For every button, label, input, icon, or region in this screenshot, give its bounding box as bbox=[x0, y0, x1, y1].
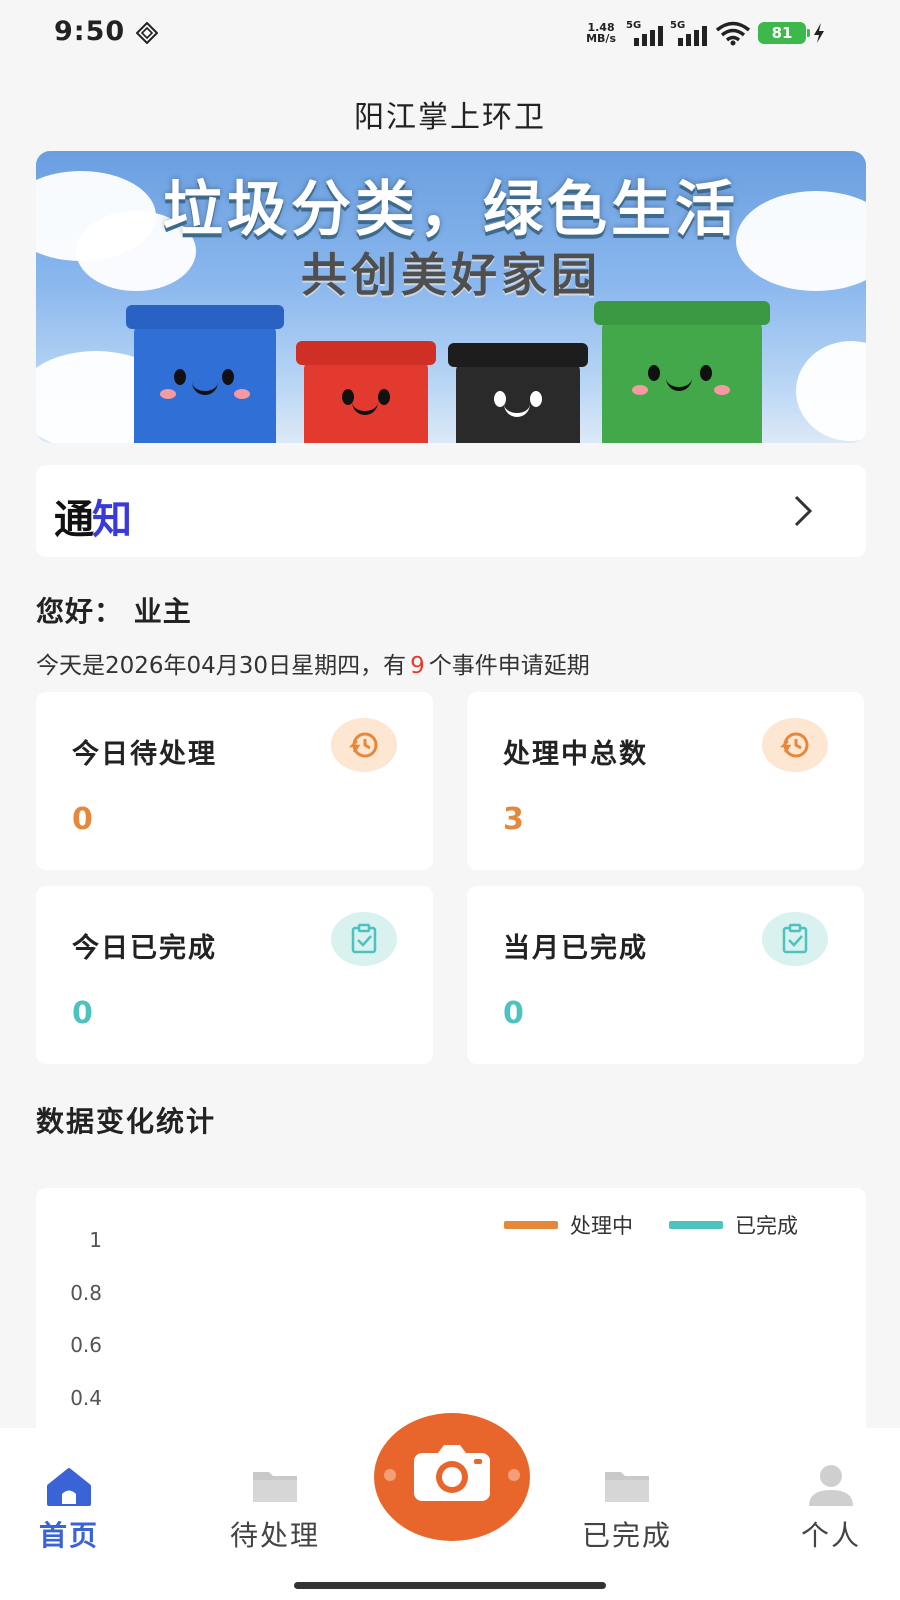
y-tick-label: 0.6 bbox=[70, 1333, 102, 1357]
notice-bar[interactable]: 通知 bbox=[36, 465, 866, 557]
nav-item-pending[interactable]: 待处理 bbox=[210, 1462, 340, 1554]
red-bin bbox=[296, 341, 436, 443]
user-icon bbox=[809, 1465, 853, 1506]
y-tick-label: 1 bbox=[89, 1228, 102, 1252]
banner-subtitle: 共创美好家园 bbox=[301, 248, 601, 302]
promo-banner[interactable]: 垃圾分类，绿色生活 共创美好家园 bbox=[36, 151, 866, 443]
history-icon bbox=[762, 718, 828, 772]
home-icon bbox=[47, 1468, 91, 1506]
status-time: 9:50 bbox=[54, 16, 126, 47]
cloud-decoration bbox=[796, 341, 866, 441]
stat-card-today-completed[interactable]: 今日已完成 0 bbox=[36, 886, 433, 1064]
nav-item-home[interactable]: 首页 bbox=[4, 1462, 134, 1554]
camera-button[interactable] bbox=[374, 1413, 530, 1541]
chart-legend: 处理中 已完成 bbox=[482, 1210, 798, 1240]
clipboard-check-icon bbox=[331, 912, 397, 966]
net-speed: 1.48 MB/s bbox=[586, 21, 616, 45]
status-indicators: 1.48 MB/s 5G 5G 81 bbox=[586, 18, 826, 48]
greeting-info: 今天是2026年04月30日星期四，有 9 个事件申请延期 bbox=[36, 653, 590, 679]
page-title: 阳江掌上环卫 bbox=[354, 100, 546, 135]
black-bin bbox=[448, 343, 588, 443]
nav-item-profile[interactable]: 个人 bbox=[766, 1462, 896, 1554]
clipboard-check-icon bbox=[762, 912, 828, 966]
y-tick-label: 0.8 bbox=[70, 1281, 102, 1305]
stat-card-in-progress[interactable]: 处理中总数 3 bbox=[467, 692, 864, 870]
nav-item-completed[interactable]: 已完成 bbox=[562, 1462, 692, 1554]
status-bar: 9:50 1.48 MB/s 5G 5G 81 bbox=[0, 0, 900, 66]
extension-count: 9 bbox=[410, 653, 425, 679]
charging-icon bbox=[814, 23, 824, 43]
legend-swatch bbox=[504, 1221, 558, 1229]
greeting-title: 您好： 业主 bbox=[36, 595, 192, 628]
signal-icon: 5G bbox=[670, 20, 708, 46]
fab-dot bbox=[384, 1469, 396, 1481]
home-indicator[interactable] bbox=[294, 1582, 606, 1589]
section-title: 数据变化统计 bbox=[36, 1105, 217, 1138]
notice-logo: 通知 bbox=[54, 497, 132, 543]
stat-card-today-pending[interactable]: 今日待处理 0 bbox=[36, 692, 433, 870]
camera-icon bbox=[414, 1445, 490, 1501]
blue-bin bbox=[126, 305, 284, 443]
stat-card-month-completed[interactable]: 当月已完成 0 bbox=[467, 886, 864, 1064]
signal-icon: 5G bbox=[626, 20, 664, 46]
green-bin bbox=[594, 301, 770, 443]
wifi-icon bbox=[715, 21, 751, 46]
line-chart: 处理中 已完成 1 0.8 0.6 0.4 bbox=[36, 1188, 866, 1448]
banner-title: 垃圾分类，绿色生活 bbox=[163, 175, 739, 245]
nfc-diamond-icon bbox=[136, 22, 158, 44]
legend-item[interactable]: 处理中 bbox=[504, 1210, 633, 1240]
history-icon bbox=[331, 718, 397, 772]
battery-icon: 81 bbox=[758, 22, 810, 44]
legend-swatch bbox=[669, 1221, 723, 1229]
legend-item[interactable]: 已完成 bbox=[669, 1210, 798, 1240]
folder-icon bbox=[605, 1472, 649, 1502]
fab-dot bbox=[508, 1469, 520, 1481]
chevron-right-icon[interactable] bbox=[790, 493, 816, 529]
folder-icon bbox=[253, 1472, 297, 1502]
y-tick-label: 0.4 bbox=[70, 1386, 102, 1410]
